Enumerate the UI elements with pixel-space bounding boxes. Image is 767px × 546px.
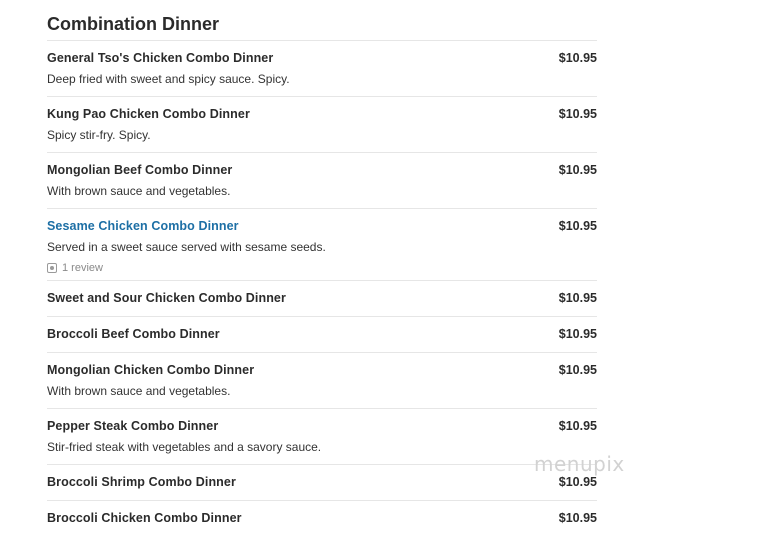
menu-item: Kung Pao Chicken Combo Dinner $10.95 Spi… xyxy=(47,96,597,152)
item-description: Spicy stir-fry. Spicy. xyxy=(47,128,151,142)
review-icon xyxy=(47,263,57,273)
menu-item: Mongolian Chicken Combo Dinner $10.95 Wi… xyxy=(47,352,597,408)
item-name: Pepper Steak Combo Dinner xyxy=(47,419,219,433)
item-name: Broccoli Shrimp Combo Dinner xyxy=(47,475,236,489)
item-name: Broccoli Beef Combo Dinner xyxy=(47,327,220,341)
section-title: Combination Dinner xyxy=(47,14,219,34)
item-price: $10.95 xyxy=(558,291,597,305)
item-price: $10.95 xyxy=(558,475,597,489)
item-price: $10.95 xyxy=(558,363,597,377)
menu-item: Pepper Steak Combo Dinner $10.95 Stir-fr… xyxy=(47,408,597,464)
item-name: Mongolian Beef Combo Dinner xyxy=(47,163,233,177)
menu-item: Sweet and Sour Chicken Combo Dinner $10.… xyxy=(47,280,597,316)
menu-section: Combination Dinner General Tso's Chicken… xyxy=(47,12,597,536)
menu-item: General Tso's Chicken Combo Dinner $10.9… xyxy=(47,40,597,96)
item-description: Deep fried with sweet and spicy sauce. S… xyxy=(47,72,290,86)
item-price: $10.95 xyxy=(558,419,597,433)
item-price: $10.95 xyxy=(558,163,597,177)
menu-item: Sesame Chicken Combo Dinner $10.95 Serve… xyxy=(47,208,597,280)
item-price: $10.95 xyxy=(558,107,597,121)
item-price: $10.95 xyxy=(558,219,597,233)
item-description: With brown sauce and vegetables. xyxy=(47,184,231,198)
watermark: menupix xyxy=(534,452,625,476)
item-description: With brown sauce and vegetables. xyxy=(47,384,231,398)
item-price: $10.95 xyxy=(558,51,597,65)
item-name: Kung Pao Chicken Combo Dinner xyxy=(47,107,250,121)
item-name: Mongolian Chicken Combo Dinner xyxy=(47,363,255,377)
menu-item: Broccoli Shrimp Combo Dinner $10.95 xyxy=(47,464,597,500)
item-description: Served in a sweet sauce served with sesa… xyxy=(47,240,326,254)
item-price: $10.95 xyxy=(558,327,597,341)
item-name: General Tso's Chicken Combo Dinner xyxy=(47,51,274,65)
item-name-link[interactable]: Sesame Chicken Combo Dinner xyxy=(47,219,597,234)
item-price: $10.95 xyxy=(558,511,597,525)
menu-item: Broccoli Beef Combo Dinner $10.95 xyxy=(47,316,597,352)
menu-item: Mongolian Beef Combo Dinner $10.95 With … xyxy=(47,152,597,208)
item-name: Sweet and Sour Chicken Combo Dinner xyxy=(47,291,286,305)
item-name: Broccoli Chicken Combo Dinner xyxy=(47,511,242,525)
menu-item: Broccoli Chicken Combo Dinner $10.95 xyxy=(47,500,597,536)
review-count: 1 review xyxy=(62,262,103,274)
review-link[interactable]: 1 review xyxy=(47,261,597,275)
item-description: Stir-fried steak with vegetables and a s… xyxy=(47,440,322,454)
